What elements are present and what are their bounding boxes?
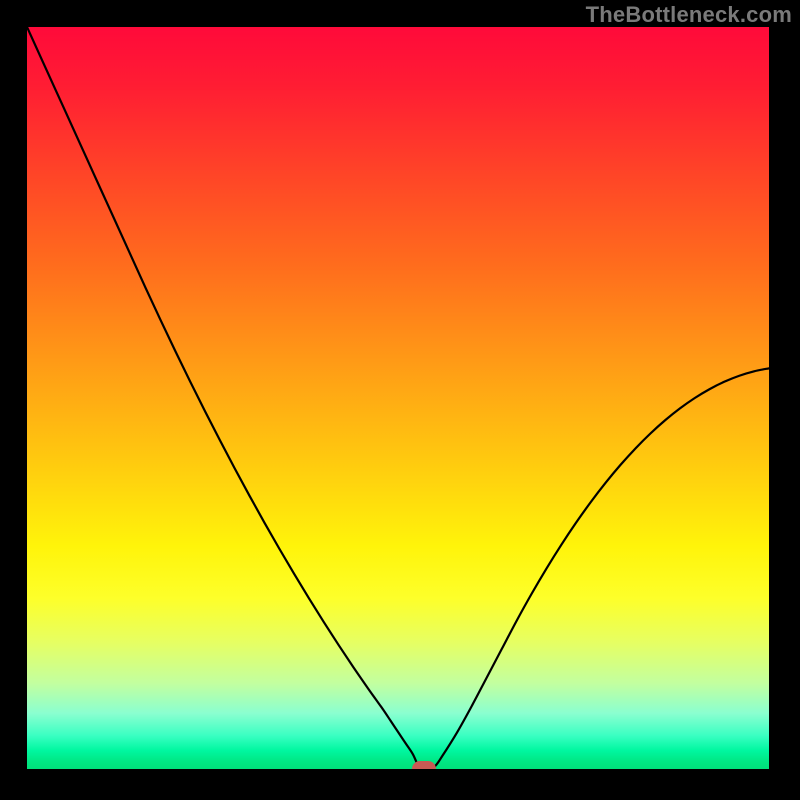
curve-svg (27, 27, 769, 769)
bottleneck-curve (27, 27, 769, 769)
watermark-text: TheBottleneck.com (586, 2, 792, 28)
frame-bottom (0, 769, 800, 800)
minimum-marker (412, 761, 436, 769)
frame-right (769, 0, 800, 800)
plot-area (27, 27, 769, 769)
frame-left (0, 0, 27, 800)
canvas: TheBottleneck.com (0, 0, 800, 800)
